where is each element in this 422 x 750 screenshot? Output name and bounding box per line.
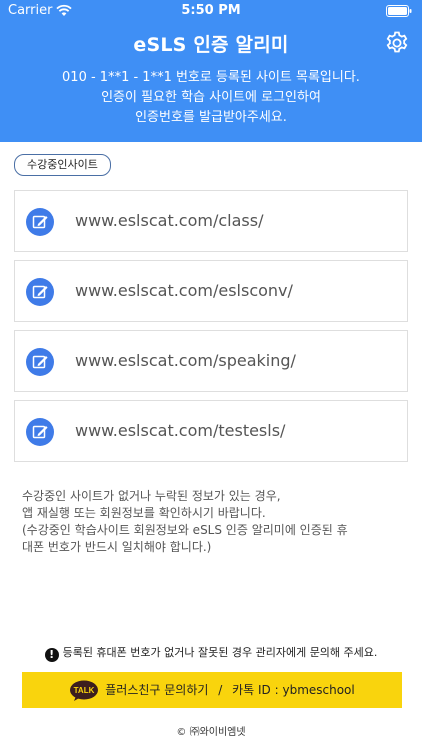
edit-icon bbox=[26, 278, 54, 306]
status-bar: Carrier 5:50 PM bbox=[0, 0, 422, 22]
site-item[interactable]: www.eslscat.com/class/ bbox=[14, 190, 408, 252]
exclamation-icon: ! bbox=[44, 648, 59, 662]
notice-line: 수강중인 사이트가 없거나 누락된 정보가 있는 경우, bbox=[22, 489, 281, 503]
notice-line: 앱 재실행 또는 회원정보를 확인하시기 바랍니다. bbox=[22, 506, 266, 520]
edit-icon bbox=[26, 418, 54, 446]
description-line: 인증번호를 발급받아주세요. bbox=[135, 110, 287, 125]
kakao-account-id: 카톡 ID : ybmeschool bbox=[232, 683, 355, 697]
talk-badge-text: TALK bbox=[74, 686, 95, 695]
site-url: www.eslscat.com/eslsconv/ bbox=[75, 281, 293, 300]
status-time: 5:50 PM bbox=[181, 3, 241, 18]
site-item[interactable]: www.eslscat.com/testesls/ bbox=[14, 400, 408, 462]
header-description: 010 - 1**1 - 1**1 번호로 등록된 사이트 목록입니다. 인증이… bbox=[0, 68, 422, 128]
page-title: eSLS 인증 알리미 bbox=[133, 34, 289, 56]
site-url: www.eslscat.com/testesls/ bbox=[75, 421, 286, 440]
gear-icon[interactable] bbox=[384, 30, 410, 56]
edit-icon bbox=[26, 348, 54, 376]
enrolled-sites-tag: 수강중인사이트 bbox=[14, 154, 111, 176]
site-item[interactable]: www.eslscat.com/eslsconv/ bbox=[14, 260, 408, 322]
warning-text: 등록된 휴대폰 번호가 없거나 잘못된 경우 관리자에게 문의해 주세요. bbox=[62, 646, 378, 659]
warning-message: ! 등록된 휴대폰 번호가 없거나 잘못된 경우 관리자에게 문의해 주세요. bbox=[0, 644, 422, 662]
kakao-button-content: TALK 플러스친구 문의하기 / 카톡 ID : ybmeschool bbox=[22, 672, 402, 708]
kakao-talk-icon: TALK bbox=[70, 680, 99, 701]
description-line: 010 - 1**1 - 1**1 번호로 등록된 사이트 목록입니다. bbox=[62, 70, 360, 85]
notice-text: 수강중인 사이트가 없거나 누락된 정보가 있는 경우, 앱 재실행 또는 회원… bbox=[22, 488, 402, 556]
app-header: Carrier 5:50 PM eSLS 인증 알리미 010 - 1**1 -… bbox=[0, 0, 422, 142]
site-item[interactable]: www.eslscat.com/speaking/ bbox=[14, 330, 408, 392]
notice-line: (수강중인 학습사이트 회원정보와 eSLS 인증 알리미에 인증된 휴 bbox=[22, 523, 348, 537]
battery-icon bbox=[386, 5, 412, 17]
kakao-label: 플러스친구 문의하기 bbox=[105, 683, 209, 697]
site-url: www.eslscat.com/speaking/ bbox=[75, 351, 296, 370]
kakao-plusfriend-button[interactable]: TALK 플러스친구 문의하기 / 카톡 ID : ybmeschool bbox=[22, 672, 402, 708]
copyright: © ㈜와이비엠넷 bbox=[176, 727, 246, 738]
site-url: www.eslscat.com/class/ bbox=[75, 211, 264, 230]
site-list: www.eslscat.com/class/ www.eslscat.com/e… bbox=[14, 190, 408, 470]
kakao-separator: / bbox=[218, 683, 223, 697]
notice-line: 대폰 번호가 반드시 일치해야 합니다.) bbox=[22, 540, 212, 554]
edit-icon bbox=[26, 208, 54, 236]
description-line: 인증이 필요한 학습 사이트에 로그인하여 bbox=[101, 90, 321, 105]
